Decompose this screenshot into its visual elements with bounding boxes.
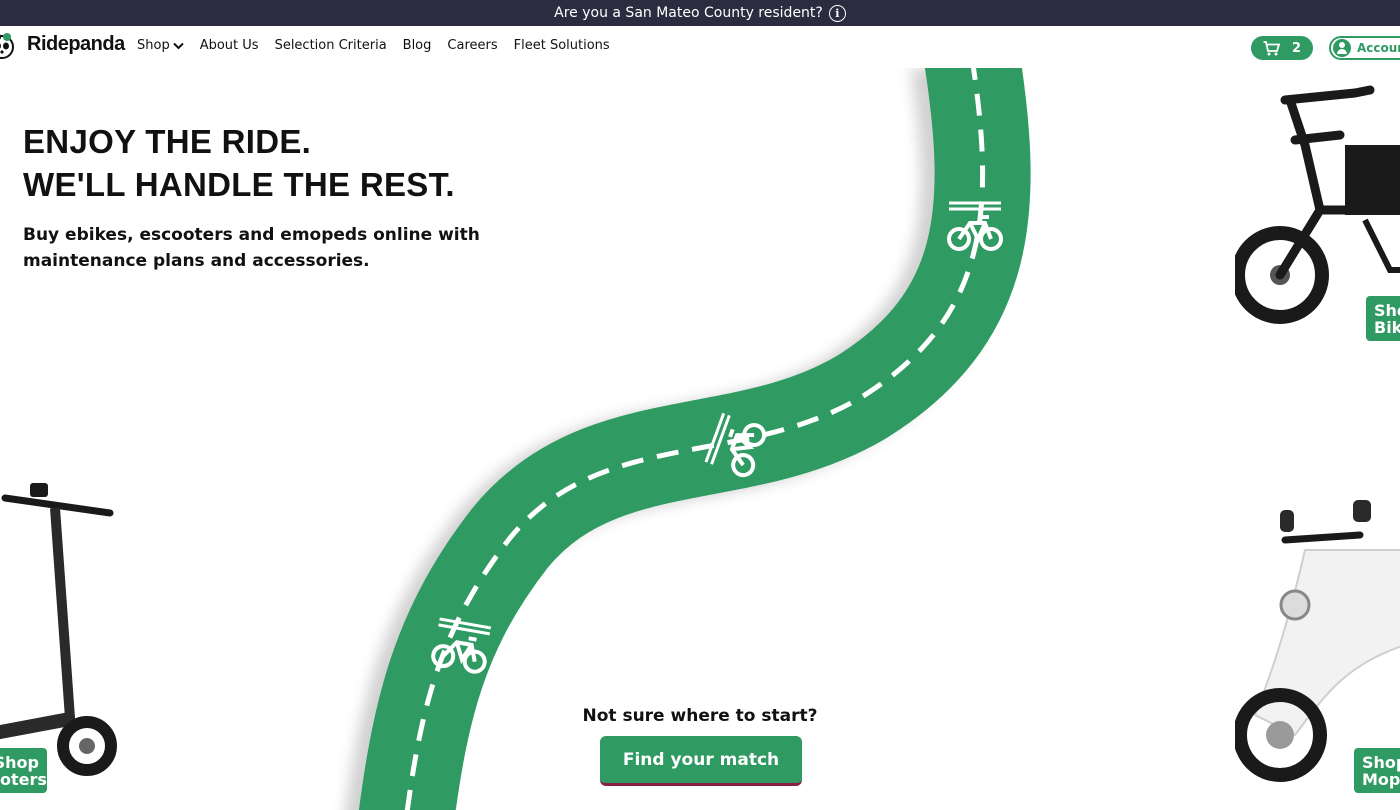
hero-title-line1: ENJOY THE RIDE. bbox=[23, 123, 312, 160]
find-your-match-button[interactable]: Find your match bbox=[600, 736, 802, 786]
shop-mopeds-line2: Mopeds bbox=[1362, 770, 1400, 789]
shop-scooters-line2: Scooters bbox=[0, 770, 47, 789]
main-nav: Ridepanda Shop About Us Selection Criter… bbox=[0, 26, 1400, 68]
nav-fleet-solutions[interactable]: Fleet Solutions bbox=[514, 38, 610, 53]
cart-icon bbox=[1263, 40, 1280, 55]
hero-title-line2: WE'LL HANDLE THE REST. bbox=[23, 166, 455, 203]
shop-scooters-button[interactable]: Shop Scooters bbox=[0, 748, 47, 793]
panda-logo-icon[interactable] bbox=[0, 30, 14, 62]
announcement-text[interactable]: Are you a San Mateo County resident? bbox=[554, 5, 823, 21]
nav-links: Shop About Us Selection Criteria Blog Ca… bbox=[137, 38, 610, 53]
nav-blog[interactable]: Blog bbox=[403, 38, 432, 53]
shop-mopeds-line1: Shop bbox=[1362, 753, 1400, 772]
brand-name[interactable]: Ridepanda bbox=[27, 33, 125, 56]
user-icon bbox=[1333, 39, 1351, 57]
shop-bikes-line1: Shop bbox=[1374, 301, 1400, 320]
shop-bikes-line2: Bikes bbox=[1374, 318, 1400, 337]
hero-title: ENJOY THE RIDE. WE'LL HANDLE THE REST. bbox=[23, 120, 455, 206]
cart-count: 2 bbox=[1291, 40, 1302, 56]
account-button[interactable]: Account bbox=[1329, 36, 1400, 60]
info-icon[interactable]: i bbox=[828, 4, 846, 22]
account-label: Account bbox=[1357, 41, 1400, 55]
announcement-bar[interactable]: Are you a San Mateo County resident? i bbox=[0, 0, 1400, 26]
escooter-image[interactable] bbox=[0, 478, 120, 778]
nav-selection-criteria[interactable]: Selection Criteria bbox=[275, 38, 387, 53]
nav-about[interactable]: About Us bbox=[200, 38, 259, 53]
nav-shop-label: Shop bbox=[137, 38, 170, 53]
road bbox=[358, 68, 1031, 810]
emoped-image[interactable] bbox=[1235, 495, 1400, 785]
chevron-down-icon bbox=[172, 42, 184, 49]
cart-button[interactable]: 2 bbox=[1251, 36, 1313, 60]
nav-shop[interactable]: Shop bbox=[137, 38, 184, 53]
hero-subtitle: Buy ebikes, escooters and emopeds online… bbox=[23, 225, 480, 271]
shop-mopeds-button[interactable]: Shop Mopeds bbox=[1354, 748, 1400, 793]
nav-careers[interactable]: Careers bbox=[447, 38, 497, 53]
cta-question: Not sure where to start? bbox=[582, 706, 818, 726]
shop-scooters-line1: Shop bbox=[0, 753, 39, 772]
shop-bikes-button[interactable]: Shop Bikes bbox=[1366, 296, 1400, 341]
